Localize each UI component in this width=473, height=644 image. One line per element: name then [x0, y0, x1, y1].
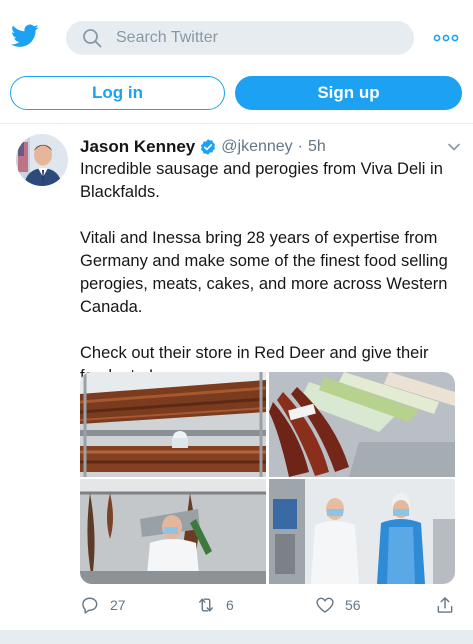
- log-in-button[interactable]: Log in: [10, 76, 225, 110]
- more-dots-icon[interactable]: [433, 33, 459, 43]
- bottom-divider: [0, 630, 473, 644]
- tweet-photo[interactable]: [269, 372, 455, 477]
- tweet-photo[interactable]: [269, 479, 455, 584]
- tweet-text: Incredible sausage and perogies from Viv…: [80, 158, 465, 388]
- media-grid: [80, 372, 455, 584]
- tweet-timestamp[interactable]: 5h: [308, 138, 326, 156]
- reply-icon: [82, 597, 98, 614]
- heart-icon: [316, 597, 334, 613]
- retweet-icon: [199, 598, 213, 612]
- like-count: 56: [345, 597, 361, 613]
- tweet-paragraph: Incredible sausage and perogies from Viv…: [80, 160, 443, 201]
- retweet-count: 6: [226, 597, 234, 613]
- share-button[interactable]: [435, 594, 455, 616]
- retweet-button[interactable]: 6: [196, 594, 234, 616]
- reply-count: 27: [110, 597, 126, 613]
- search-bar[interactable]: [66, 21, 414, 55]
- sign-up-button[interactable]: Sign up: [235, 76, 462, 110]
- avatar[interactable]: [16, 134, 68, 186]
- tweet-paragraph: Vitali and Inessa bring 28 years of expe…: [80, 229, 448, 316]
- chevron-down-icon[interactable]: [447, 140, 461, 154]
- tweet[interactable]: Jason Kenney @jkenney · 5h Incredible sa…: [0, 124, 473, 634]
- auth-buttons: Log in Sign up: [0, 76, 473, 114]
- search-input[interactable]: [116, 29, 376, 47]
- like-button[interactable]: 56: [315, 594, 361, 616]
- author-handle[interactable]: @jkenney: [221, 138, 292, 156]
- reply-button[interactable]: 27: [80, 594, 126, 616]
- twitter-bird-icon[interactable]: [11, 24, 39, 48]
- verified-badge-icon: [201, 139, 216, 155]
- tweet-photo[interactable]: [80, 372, 266, 477]
- share-icon: [437, 597, 453, 613]
- separator-dot: ·: [297, 138, 303, 155]
- tweet-actions: 27 6 56: [80, 594, 465, 616]
- tweet-header: Jason Kenney @jkenney · 5h: [80, 136, 465, 158]
- tweet-photo[interactable]: [80, 479, 266, 584]
- search-icon: [83, 29, 102, 48]
- author-name[interactable]: Jason Kenney: [80, 137, 195, 157]
- top-bar: [0, 0, 473, 66]
